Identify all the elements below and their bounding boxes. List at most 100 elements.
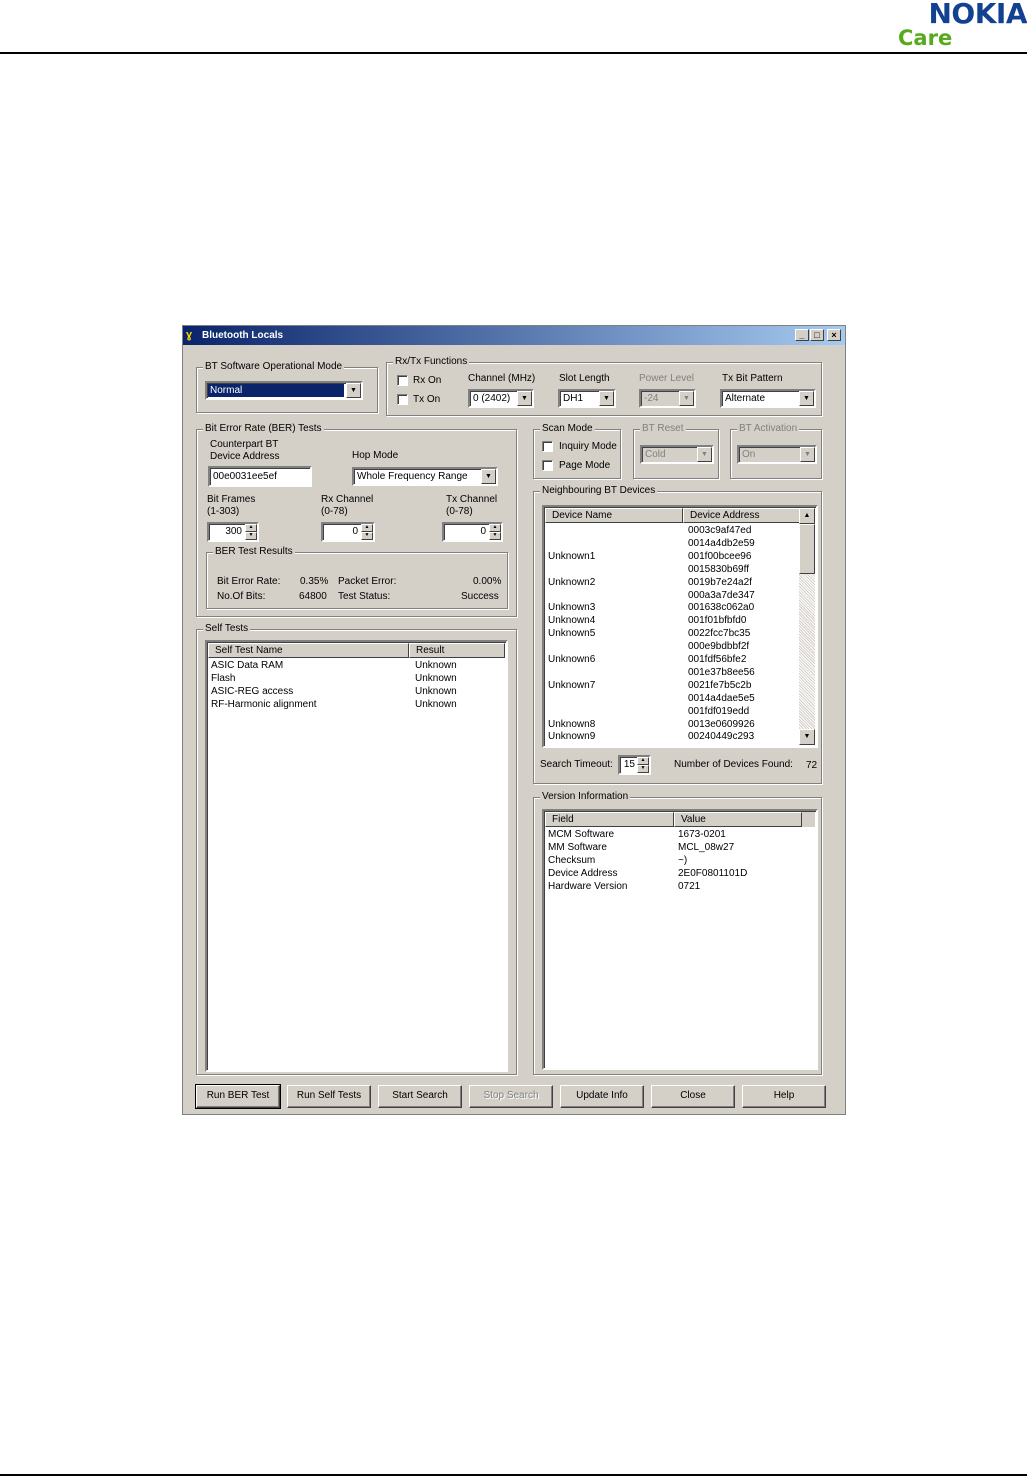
column-self-test-name[interactable]: Self Test Name xyxy=(208,643,409,658)
bit-frames-range: (1-303) xyxy=(207,506,240,517)
column-value[interactable]: Value xyxy=(674,812,802,827)
slot-length-label: Slot Length xyxy=(559,373,610,384)
spin-buttons[interactable]: ▲ ▼ xyxy=(489,524,501,540)
device-name-cell: Unknown5 xyxy=(548,628,596,640)
device-address-cell: 000a3a7de347 xyxy=(688,589,755,601)
bit-frames-spinner[interactable]: 300 ▲ ▼ xyxy=(207,522,259,542)
rx-on-checkbox[interactable] xyxy=(397,375,408,386)
page-mode-checkbox[interactable] xyxy=(542,460,553,471)
devices-found-label: Number of Devices Found: xyxy=(674,759,793,770)
device-address-cell: 0013e0609926 xyxy=(688,718,755,730)
slot-length-select[interactable]: DH1 ▼ xyxy=(558,389,616,408)
spin-down-icon[interactable]: ▼ xyxy=(245,532,257,540)
scroll-up-icon[interactable]: ▲ xyxy=(799,508,815,524)
bit-error-rate-value: 0.35% xyxy=(300,576,329,587)
self-test-result-cell: Unknown xyxy=(415,686,457,697)
scroll-down-icon[interactable]: ▼ xyxy=(799,729,815,745)
header-rule xyxy=(0,52,1027,54)
help-button[interactable]: Help xyxy=(742,1085,826,1108)
bt-activation-select: On ▼ xyxy=(737,445,817,464)
footer-rule xyxy=(0,1474,1027,1476)
spin-up-icon[interactable]: ▲ xyxy=(489,524,501,532)
spin-down-icon[interactable]: ▼ xyxy=(637,765,649,773)
chevron-down-icon[interactable]: ▼ xyxy=(517,391,532,406)
minimize-button[interactable]: _ xyxy=(795,329,809,341)
spin-up-icon[interactable]: ▲ xyxy=(637,757,649,765)
scroll-thumb[interactable] xyxy=(799,524,815,574)
neighbours-scrollbar[interactable]: ▲ ▼ xyxy=(799,508,815,745)
spin-buttons[interactable]: ▲ ▼ xyxy=(245,524,257,540)
scan-mode-group: Scan Mode Inquiry Mode Page Mode xyxy=(533,423,621,479)
spin-up-icon[interactable]: ▲ xyxy=(361,524,373,532)
version-field-cell: Checksum xyxy=(548,855,596,866)
spin-down-icon[interactable]: ▼ xyxy=(361,532,373,540)
start-search-button[interactable]: Start Search xyxy=(378,1085,462,1108)
counterpart-address-input[interactable]: 00e0031ee5ef xyxy=(208,466,312,487)
tx-channel-spinner[interactable]: 0 ▲ ▼ xyxy=(442,522,503,542)
bt-reset-value: Cold xyxy=(645,449,666,460)
chevron-down-icon[interactable]: ▼ xyxy=(481,469,496,484)
sw-mode-select[interactable]: Normal ▼ xyxy=(205,381,363,400)
version-info-list[interactable]: Field Value MCM Software 1673-0201 MM Soft… xyxy=(542,809,818,1070)
nokia-logo: NOKIA xyxy=(928,0,1027,30)
device-address-cell: 0014a4db2e59 xyxy=(688,537,755,549)
device-address-cell: 0021fe7b5c2b xyxy=(688,679,752,691)
run-ber-test-button[interactable]: Run BER Test xyxy=(195,1084,281,1109)
chevron-down-icon[interactable]: ▼ xyxy=(599,391,614,406)
counterpart-label-1: Counterpart BT xyxy=(210,439,279,450)
self-test-result-cell: Unknown xyxy=(415,699,457,710)
spin-buttons[interactable]: ▲ ▼ xyxy=(637,757,649,773)
rx-channel-spinner[interactable]: 0 ▲ ▼ xyxy=(321,522,375,542)
device-address-cell: 0022fcc7bc35 xyxy=(688,628,751,640)
update-info-button[interactable]: Update Info xyxy=(560,1085,644,1108)
scan-mode-title: Scan Mode xyxy=(540,423,595,435)
rx-channel-value: 0 xyxy=(352,526,358,537)
channel-label: Channel (MHz) xyxy=(468,373,536,384)
bt-activation-title: BT Activation xyxy=(737,423,800,435)
chevron-down-icon: ▼ xyxy=(697,447,712,462)
device-name-cell: Unknown3 xyxy=(548,602,596,614)
sw-mode-value: Normal xyxy=(208,384,344,397)
spin-up-icon[interactable]: ▲ xyxy=(245,524,257,532)
devices-found-value: 72 xyxy=(806,760,818,771)
close-button[interactable]: Close xyxy=(651,1085,735,1108)
bluetooth-locals-window: ɣ Bluetooth Locals _ □ × BT Software Ope… xyxy=(182,325,846,1115)
counterpart-label-2: Device Address xyxy=(210,451,280,462)
title-bar[interactable]: ɣ Bluetooth Locals _ □ × xyxy=(183,326,845,345)
run-self-tests-button[interactable]: Run Self Tests xyxy=(287,1085,371,1108)
no-of-bits-label: No.Of Bits: xyxy=(217,591,266,602)
slot-length-value: DH1 xyxy=(563,393,584,404)
tx-channel-label: Tx Channel xyxy=(446,494,498,505)
column-result[interactable]: Result xyxy=(409,643,505,658)
chevron-down-icon[interactable]: ▼ xyxy=(799,391,814,406)
neighbours-header: Device Name Device Address xyxy=(545,508,801,523)
no-of-bits-value: 64800 xyxy=(299,591,327,602)
version-field-cell: Device Address xyxy=(548,868,618,879)
column-field[interactable]: Field xyxy=(545,812,674,827)
self-tests-list[interactable]: Self Test Name Result ASIC Data RAM Unkno… xyxy=(205,640,508,1072)
version-field-cell: Hardware Version xyxy=(548,881,628,892)
chevron-down-icon[interactable]: ▼ xyxy=(346,383,361,398)
window-title: Bluetooth Locals xyxy=(202,330,284,341)
spin-buttons[interactable]: ▲ ▼ xyxy=(361,524,373,540)
tx-bit-pattern-label: Tx Bit Pattern xyxy=(722,373,783,384)
self-test-name-cell: RF-Harmonic alignment xyxy=(211,699,317,710)
rx-channel-label: Rx Channel xyxy=(321,494,374,505)
power-level-value: -24 xyxy=(644,393,659,404)
tx-on-checkbox[interactable] xyxy=(397,394,408,405)
column-device-address[interactable]: Device Address xyxy=(683,508,801,523)
column-device-name[interactable]: Device Name xyxy=(545,508,683,523)
search-timeout-spinner[interactable]: 15 ▲ ▼ xyxy=(618,755,651,775)
inquiry-mode-checkbox[interactable] xyxy=(542,441,553,452)
tx-bit-pattern-select[interactable]: Alternate ▼ xyxy=(720,389,816,408)
close-window-button[interactable]: × xyxy=(827,329,841,341)
page-mode-label: Page Mode xyxy=(559,460,611,471)
device-address-cell: 00240449c293 xyxy=(688,731,755,743)
neighbours-list[interactable]: Device Name Device Address 0003c9af47ed 0… xyxy=(542,505,818,748)
hop-mode-select[interactable]: Whole Frequency Range ▼ xyxy=(352,467,498,486)
stop-search-button: Stop Search xyxy=(469,1085,553,1108)
version-value-cell: MCL_08w27 xyxy=(678,842,735,853)
spin-down-icon[interactable]: ▼ xyxy=(489,532,501,540)
maximize-button[interactable]: □ xyxy=(810,329,824,341)
channel-select[interactable]: 0 (2402) ▼ xyxy=(468,389,534,408)
